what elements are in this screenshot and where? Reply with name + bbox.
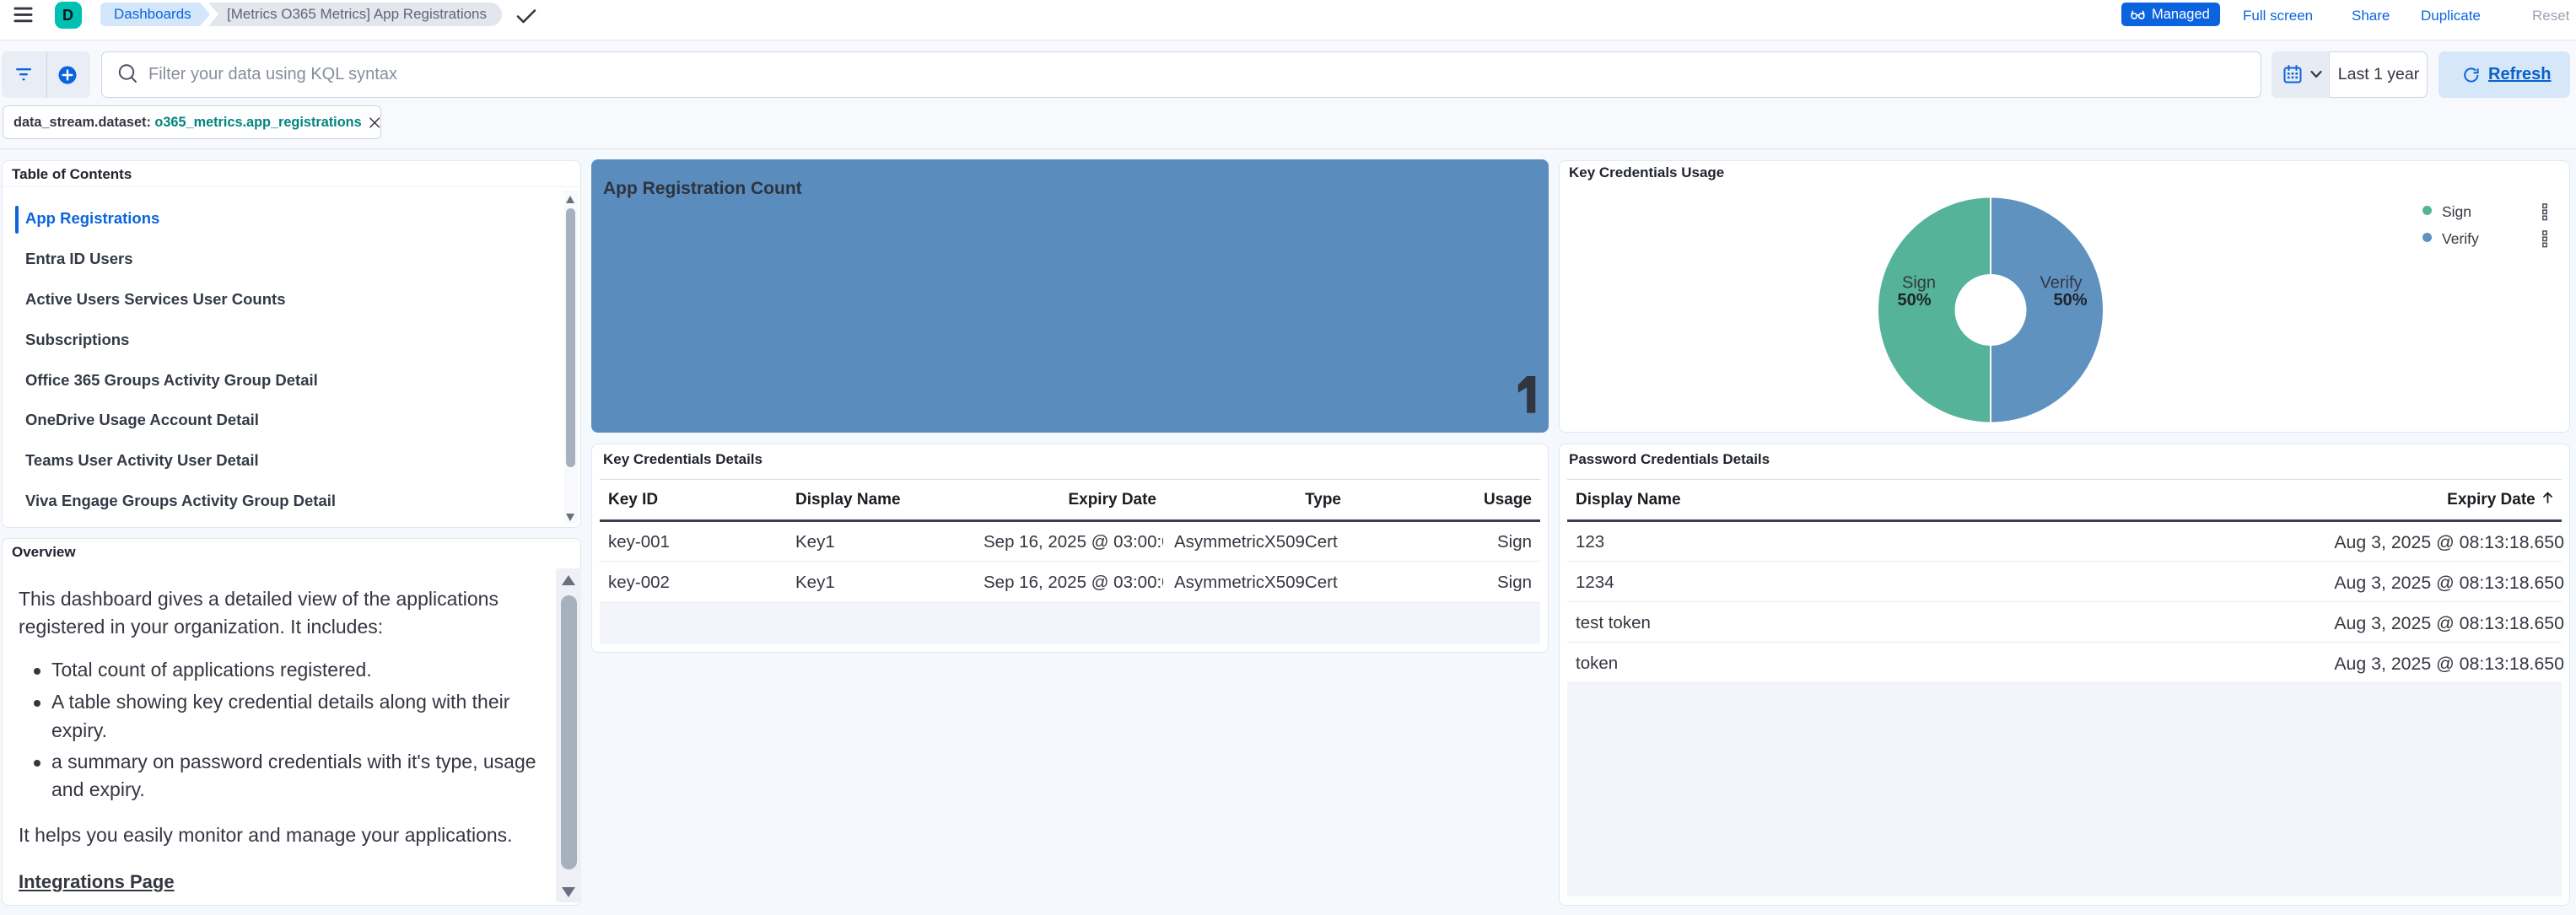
svg-text:50%: 50%: [2053, 291, 2087, 309]
svg-text:50%: 50%: [1897, 291, 1931, 309]
svg-text:Verify: Verify: [2040, 274, 2082, 293]
svg-text:Sign: Sign: [1902, 274, 1936, 293]
